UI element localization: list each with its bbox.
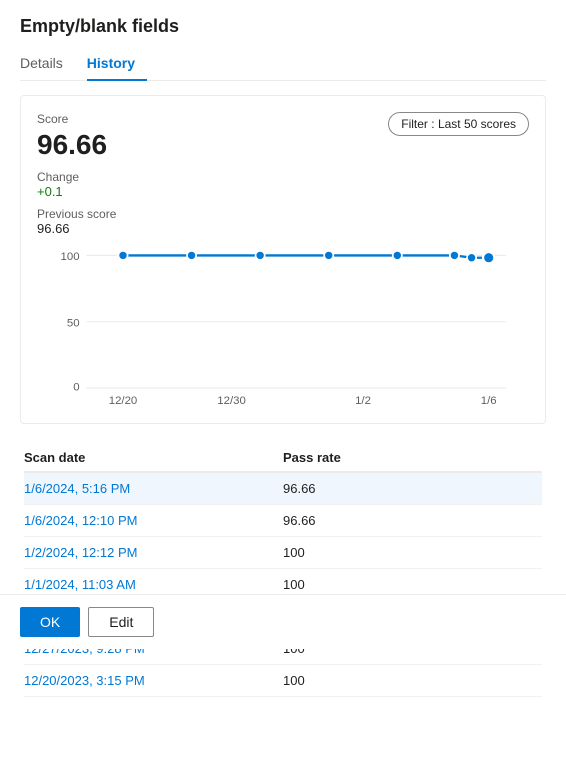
scan-date-cell[interactable]: 12/20/2023, 3:15 PM bbox=[24, 673, 283, 688]
tab-details[interactable]: Details bbox=[20, 47, 75, 81]
svg-text:1/6: 1/6 bbox=[481, 395, 497, 404]
table-row: 12/20/2023, 3:15 PM 100 bbox=[24, 665, 542, 697]
chart-svg: 100 50 0 12/20 12/30 1/2 1/6 bbox=[37, 244, 529, 404]
scan-date-cell[interactable]: 1/6/2024, 12:10 PM bbox=[24, 513, 283, 528]
filter-button[interactable]: Filter : Last 50 scores bbox=[388, 112, 529, 136]
tabs-bar: Details History bbox=[20, 47, 546, 81]
edit-button[interactable]: Edit bbox=[88, 607, 154, 637]
col-scan-date: Scan date bbox=[24, 450, 283, 465]
footer: OK Edit bbox=[0, 594, 566, 649]
table-rows-container: 1/6/2024, 5:16 PM 96.66 1/6/2024, 12:10 … bbox=[24, 473, 542, 697]
table-row: 1/6/2024, 5:16 PM 96.66 bbox=[24, 473, 542, 505]
scan-date-cell[interactable]: 1/2/2024, 12:12 PM bbox=[24, 545, 283, 560]
score-label: Score bbox=[37, 112, 116, 126]
score-section: Score 96.66 Change +0.1 Previous score 9… bbox=[37, 112, 116, 236]
table-section: Scan date Pass rate 1/6/2024, 5:16 PM 96… bbox=[20, 444, 546, 697]
ok-button[interactable]: OK bbox=[20, 607, 80, 637]
tab-history[interactable]: History bbox=[87, 47, 147, 81]
svg-text:12/20: 12/20 bbox=[109, 395, 138, 404]
pass-rate-cell: 100 bbox=[283, 577, 542, 592]
page-title: Empty/blank fields bbox=[20, 16, 546, 37]
scan-date-cell[interactable]: 1/1/2024, 11:03 AM bbox=[24, 577, 283, 592]
col-pass-rate: Pass rate bbox=[283, 450, 542, 465]
prev-score-label: Previous score bbox=[37, 207, 116, 221]
table-header: Scan date Pass rate bbox=[24, 444, 542, 473]
change-label: Change bbox=[37, 170, 116, 184]
svg-text:0: 0 bbox=[73, 381, 79, 393]
pass-rate-cell: 96.66 bbox=[283, 481, 542, 496]
scan-date-cell[interactable]: 1/6/2024, 5:16 PM bbox=[24, 481, 283, 496]
chart-card: Score 96.66 Change +0.1 Previous score 9… bbox=[20, 95, 546, 424]
score-value: 96.66 bbox=[37, 128, 116, 162]
chart-top: Score 96.66 Change +0.1 Previous score 9… bbox=[37, 112, 529, 236]
svg-text:50: 50 bbox=[67, 317, 80, 329]
svg-text:100: 100 bbox=[61, 251, 80, 263]
chart-area: 100 50 0 12/20 12/30 1/2 1/6 bbox=[37, 244, 529, 407]
bottom-spacer bbox=[20, 697, 546, 757]
table-row: 1/6/2024, 12:10 PM 96.66 bbox=[24, 505, 542, 537]
pass-rate-cell: 100 bbox=[283, 673, 542, 688]
svg-text:1/2: 1/2 bbox=[355, 395, 371, 404]
prev-score-value: 96.66 bbox=[37, 221, 116, 236]
change-value: +0.1 bbox=[37, 184, 116, 199]
table-row: 1/2/2024, 12:12 PM 100 bbox=[24, 537, 542, 569]
pass-rate-cell: 100 bbox=[283, 545, 542, 560]
pass-rate-cell: 96.66 bbox=[283, 513, 542, 528]
svg-text:12/30: 12/30 bbox=[217, 395, 246, 404]
